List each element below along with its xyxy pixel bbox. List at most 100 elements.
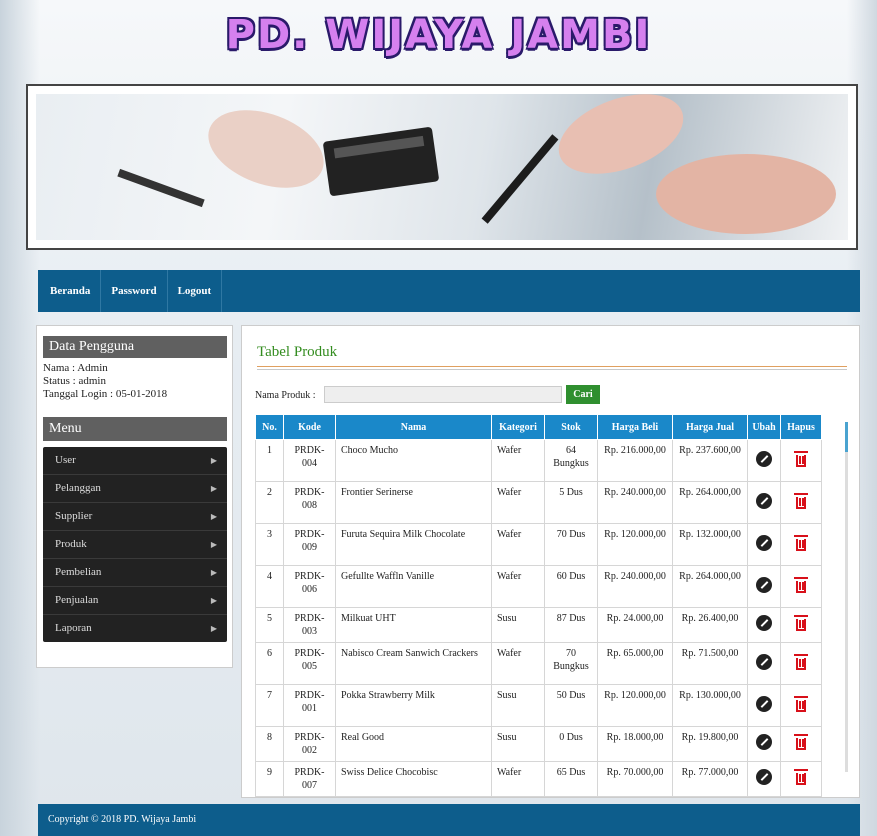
- product-table: No. Kode Nama Kategori Stok Harga Beli H…: [255, 414, 822, 797]
- cell-harga-beli: Rp. 240.000,00: [597, 481, 673, 524]
- cell-harga-beli: Rp. 240.000,00: [597, 565, 673, 608]
- top-navbar: Beranda Password Logout: [38, 270, 860, 312]
- cell-harga-jual: Rp. 237.600,00: [672, 439, 748, 482]
- cell-nama: Real Good: [335, 726, 492, 762]
- caret-right-icon: ▶: [210, 484, 217, 493]
- cell-nama: Gefullte Waffln Vanille: [335, 565, 492, 608]
- user-info: Nama : Admin Status : admin Tanggal Logi…: [43, 362, 232, 401]
- cell-no: 4: [255, 565, 284, 608]
- trash-icon[interactable]: [794, 653, 808, 670]
- trash-icon[interactable]: [794, 534, 808, 551]
- trash-icon[interactable]: [794, 450, 808, 467]
- caret-right-icon: ▶: [210, 596, 217, 605]
- search-label: Nama Produk :: [255, 390, 316, 401]
- cell-kode: PRDK-009: [283, 523, 336, 566]
- cell-harga-beli: Rp. 120.000,00: [597, 684, 673, 727]
- cell-no: 7: [255, 684, 284, 727]
- cell-no: 2: [255, 481, 284, 524]
- edit-icon[interactable]: [756, 450, 772, 467]
- caret-right-icon: ▶: [210, 512, 217, 521]
- main-panel: Tabel Produk Nama Produk : Cari No. Kode…: [241, 325, 860, 798]
- table-header-row: No. Kode Nama Kategori Stok Harga Beli H…: [255, 414, 822, 440]
- sidebar-item-pembelian[interactable]: Pembelian ▶: [43, 559, 227, 587]
- sidebar-item-label: Supplier: [55, 510, 93, 522]
- sidebar-item-user[interactable]: User ▶: [43, 447, 227, 475]
- cell-no: 5: [255, 607, 284, 643]
- edit-icon[interactable]: [756, 695, 772, 712]
- cell-no: 9: [255, 761, 284, 797]
- edit-icon[interactable]: [756, 734, 772, 750]
- edit-icon[interactable]: [756, 615, 772, 631]
- nav-password[interactable]: Password: [101, 270, 168, 312]
- edit-icon[interactable]: [756, 576, 772, 593]
- cell-stok: 64 Bungkus: [544, 439, 598, 482]
- cell-kode: PRDK-001: [283, 684, 336, 727]
- cell-hapus: [780, 642, 822, 685]
- page-title: Tabel Produk: [257, 344, 338, 360]
- cell-ubah: [747, 481, 781, 524]
- sidebar-item-label: Pelanggan: [55, 482, 101, 494]
- cell-no: 1: [255, 439, 284, 482]
- cell-nama: Furuta Sequira Milk Chocolate: [335, 523, 492, 566]
- cell-kategori: Susu: [491, 726, 545, 762]
- table-body: 1 PRDK-004 Choco Mucho Wafer 64 Bungkus Rp. 2…: [255, 439, 822, 797]
- table-row: 7 PRDK-001 Pokka Strawberry Milk Susu 50 Dus…: [255, 684, 822, 727]
- column-header-harga-jual: Harga Jual: [672, 414, 748, 440]
- table-scrollbar[interactable]: [845, 422, 848, 772]
- cell-ubah: [747, 642, 781, 685]
- sidebar: Data Pengguna Nama : Admin Status : admi…: [36, 325, 233, 668]
- cell-kode: PRDK-005: [283, 642, 336, 685]
- trash-icon[interactable]: [794, 769, 808, 785]
- cell-ubah: [747, 607, 781, 643]
- cell-nama: Pokka Strawberry Milk: [335, 684, 492, 727]
- nav-logout[interactable]: Logout: [168, 270, 223, 312]
- cell-ubah: [747, 523, 781, 566]
- caret-right-icon: ▶: [210, 624, 217, 633]
- search-input[interactable]: [324, 386, 562, 403]
- cell-stok: 50 Dus: [544, 684, 598, 727]
- cell-hapus: [780, 439, 822, 482]
- sidebar-item-laporan[interactable]: Laporan ▶: [43, 615, 227, 642]
- cell-kode: PRDK-003: [283, 607, 336, 643]
- edit-icon[interactable]: [756, 653, 772, 670]
- cell-stok: 0 Dus: [544, 726, 598, 762]
- search-button[interactable]: Cari: [566, 385, 600, 404]
- cell-nama: Swiss Delice Chocobisc: [335, 761, 492, 797]
- menu-heading: Menu: [43, 417, 227, 441]
- cell-ubah: [747, 439, 781, 482]
- trash-icon[interactable]: [794, 492, 808, 509]
- sidebar-item-produk[interactable]: Produk ▶: [43, 531, 227, 559]
- column-header-no: No.: [255, 414, 284, 440]
- column-header-kategori: Kategori: [491, 414, 545, 440]
- caret-right-icon: ▶: [210, 456, 217, 465]
- cell-kategori: Wafer: [491, 642, 545, 685]
- sidebar-menu: User ▶ Pelanggan ▶ Supplier ▶ Produk ▶ Pembe…: [43, 447, 227, 642]
- cell-hapus: [780, 726, 822, 762]
- edit-icon[interactable]: [756, 492, 772, 509]
- column-header-ubah: Ubah: [747, 414, 781, 440]
- scrollbar-thumb[interactable]: [845, 422, 848, 452]
- sidebar-item-penjualan[interactable]: Penjualan ▶: [43, 587, 227, 615]
- cell-harga-beli: Rp. 216.000,00: [597, 439, 673, 482]
- cell-kategori: Susu: [491, 607, 545, 643]
- cell-stok: 70 Dus: [544, 523, 598, 566]
- trash-icon[interactable]: [794, 734, 808, 750]
- edit-icon[interactable]: [756, 534, 772, 551]
- cell-harga-beli: Rp. 24.000,00: [597, 607, 673, 643]
- nav-beranda[interactable]: Beranda: [38, 270, 102, 312]
- sidebar-item-supplier[interactable]: Supplier ▶: [43, 503, 227, 531]
- cell-harga-beli: Rp. 65.000,00: [597, 642, 673, 685]
- cell-kategori: Wafer: [491, 523, 545, 566]
- table-row: 4 PRDK-006 Gefullte Waffln Vanille Wafer 60 …: [255, 565, 822, 608]
- sidebar-item-label: User: [55, 454, 76, 466]
- cell-harga-jual: Rp. 130.000,00: [672, 684, 748, 727]
- trash-icon[interactable]: [794, 576, 808, 593]
- cell-nama: Milkuat UHT: [335, 607, 492, 643]
- cell-nama: Choco Mucho: [335, 439, 492, 482]
- edit-icon[interactable]: [756, 769, 772, 785]
- sidebar-item-label: Pembelian: [55, 566, 102, 578]
- login-date: Tanggal Login : 05-01-2018: [43, 388, 168, 400]
- sidebar-item-pelanggan[interactable]: Pelanggan ▶: [43, 475, 227, 503]
- trash-icon[interactable]: [794, 695, 808, 712]
- trash-icon[interactable]: [794, 615, 808, 631]
